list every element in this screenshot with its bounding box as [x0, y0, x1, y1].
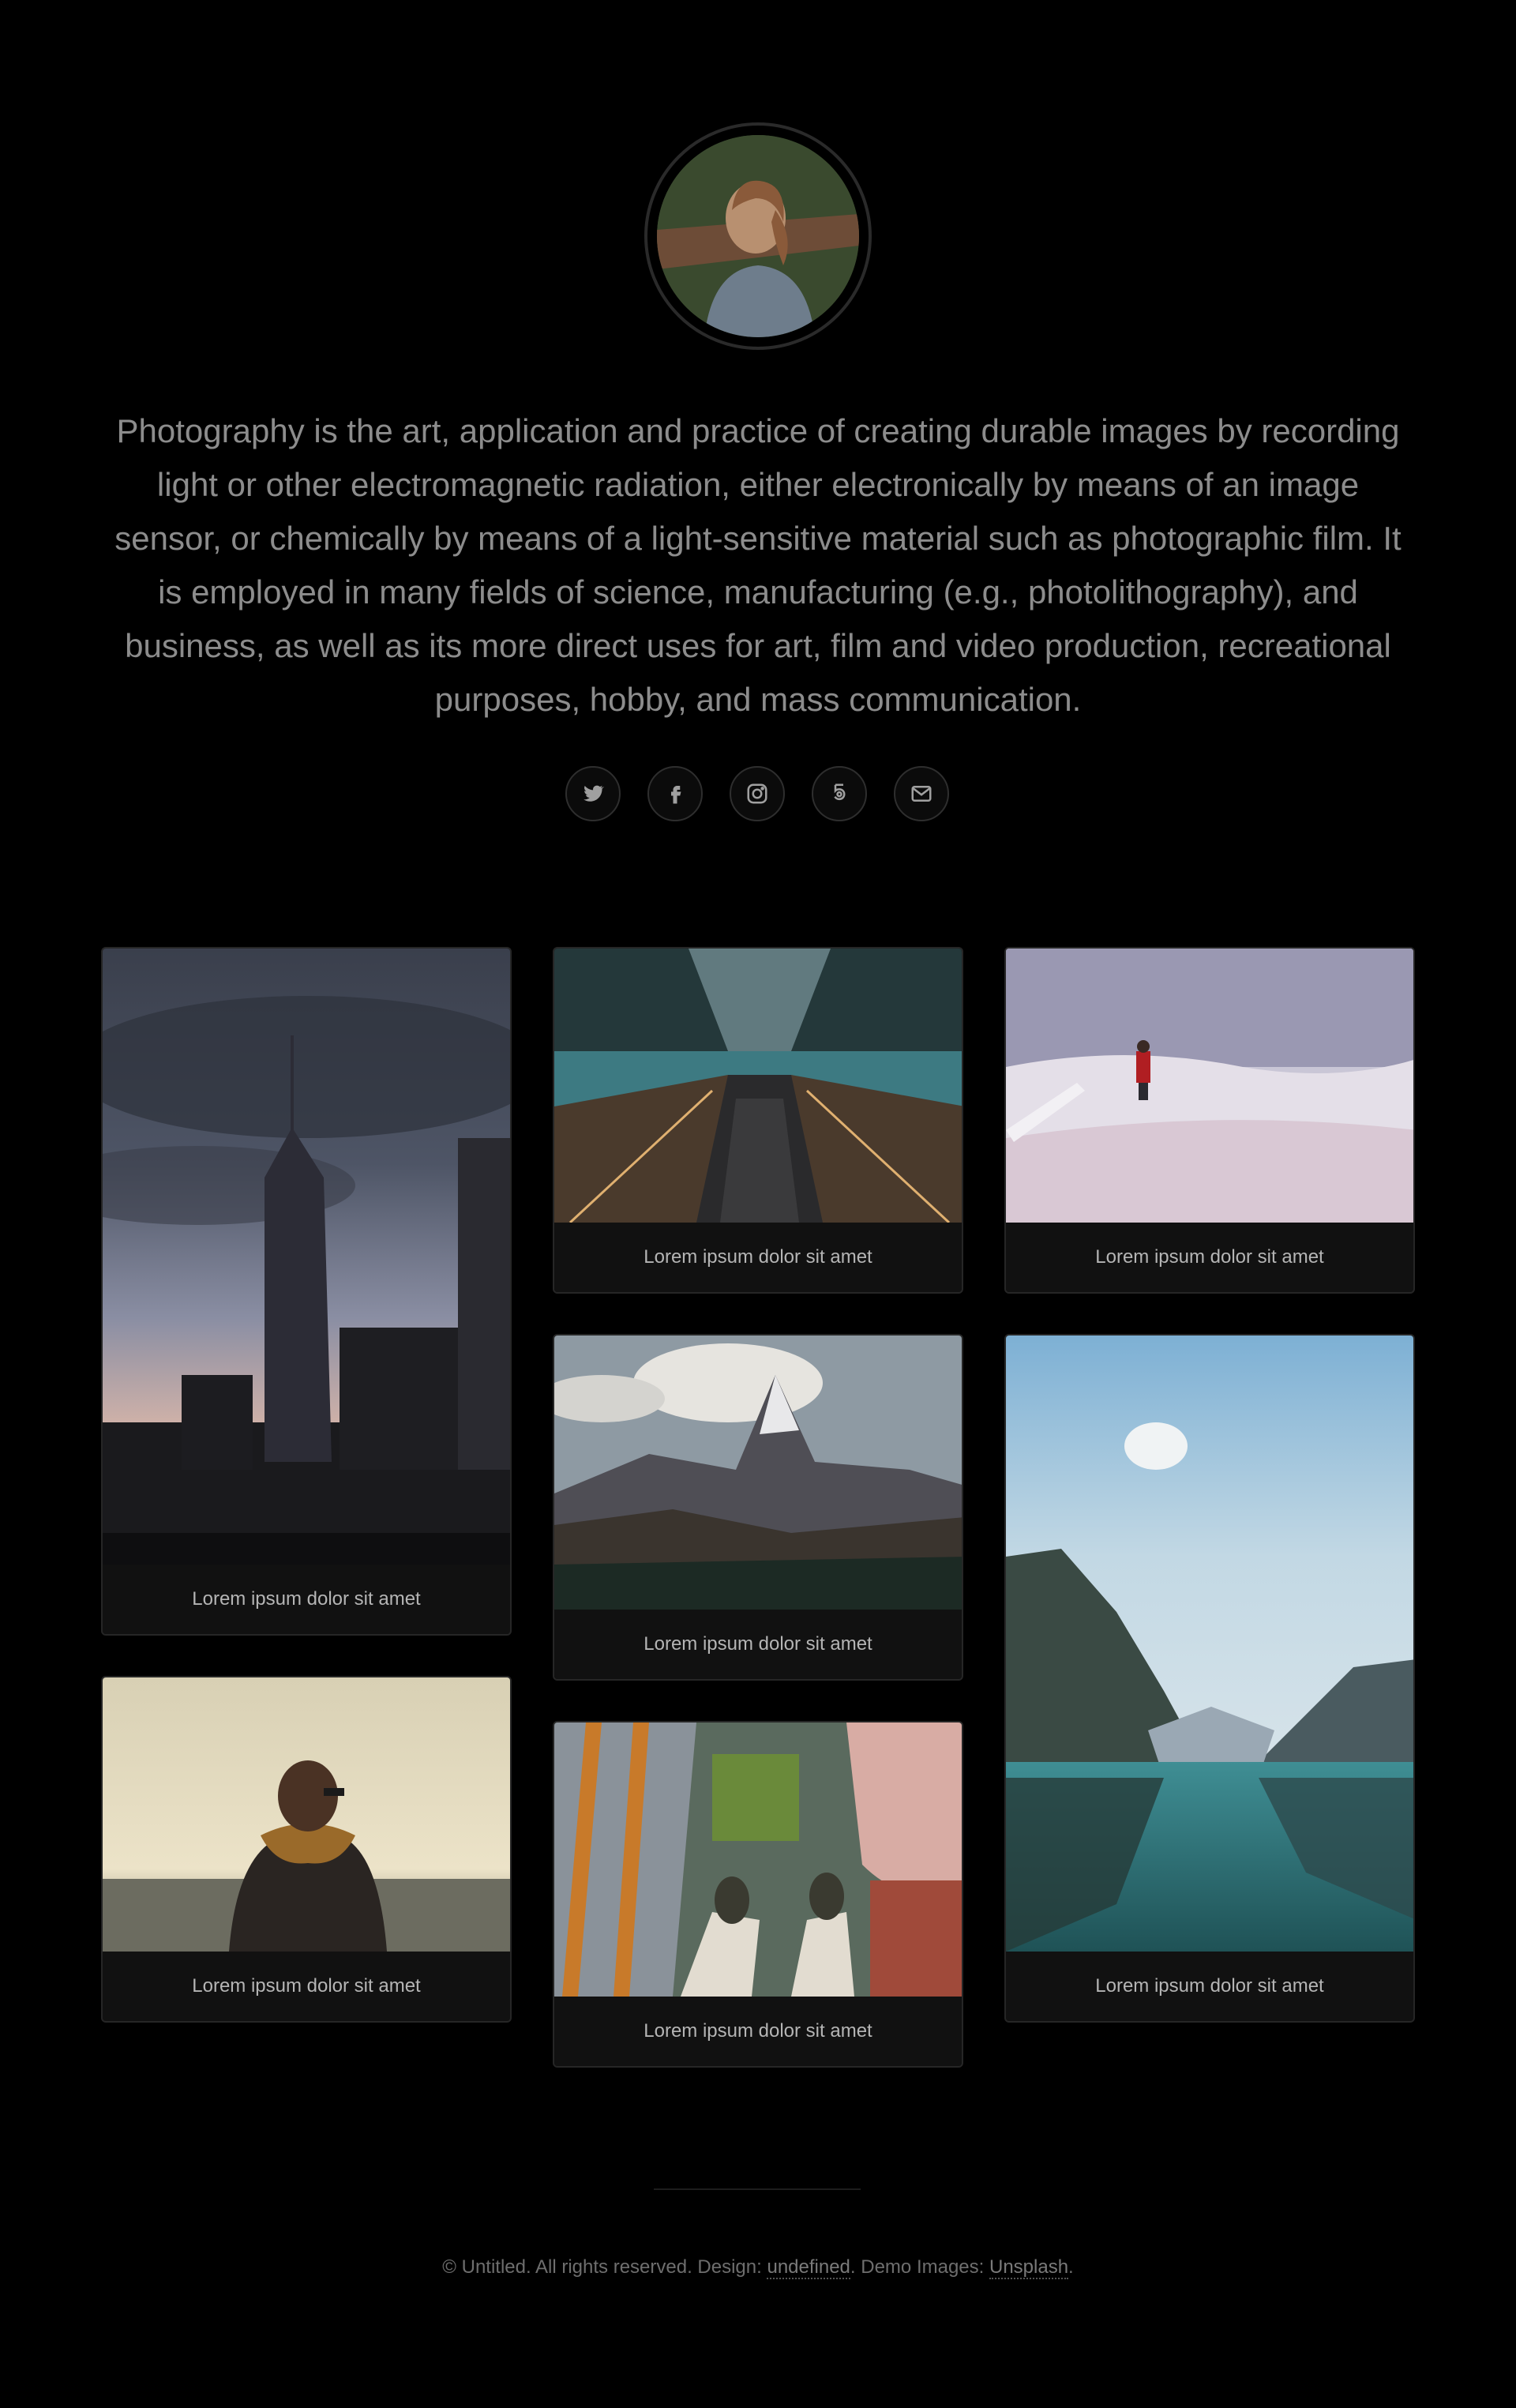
- gallery-caption: Lorem ipsum dolor sit amet: [554, 1610, 962, 1679]
- gallery-caption: Lorem ipsum dolor sit amet: [554, 1223, 962, 1292]
- footer: © Untitled. All rights reserved. Design:…: [442, 2256, 1074, 2279]
- footer-design-label: Design:: [697, 2256, 762, 2278]
- social-links: [0, 766, 1516, 825]
- footer-images-label: Demo Images:: [861, 2256, 985, 2278]
- gallery-item[interactable]: Lorem ipsum dolor sit amet: [1004, 947, 1415, 1294]
- 500px-link[interactable]: [812, 766, 867, 821]
- photo-snowy-field: [1006, 949, 1413, 1223]
- gallery-item[interactable]: Lorem ipsum dolor sit amet: [553, 1334, 963, 1681]
- gallery-item[interactable]: Lorem ipsum dolor sit amet: [101, 1676, 512, 2023]
- avatar-photo: [657, 135, 859, 337]
- photo-mountain-peak: [554, 1335, 962, 1610]
- avatar: [644, 122, 872, 350]
- facebook-icon: [671, 786, 681, 804]
- email-link[interactable]: [894, 766, 949, 821]
- footer-design-link[interactable]: undefined: [767, 2256, 850, 2279]
- photo-city-skyline: [103, 949, 510, 1565]
- photo-escalator: [554, 949, 962, 1223]
- instagram-link[interactable]: [730, 766, 785, 821]
- twitter-link[interactable]: [565, 766, 621, 821]
- footer-divider: [654, 2188, 861, 2190]
- facebook-link[interactable]: [647, 766, 703, 821]
- gallery-item[interactable]: Lorem ipsum dolor sit amet: [101, 947, 512, 1636]
- envelope-icon: [911, 786, 932, 802]
- photo-mountain-lake: [1006, 1335, 1413, 1952]
- gallery-item[interactable]: Lorem ipsum dolor sit amet: [1004, 1334, 1415, 2023]
- footer-images-link[interactable]: Unsplash: [989, 2256, 1069, 2279]
- gallery-item[interactable]: Lorem ipsum dolor sit amet: [553, 947, 963, 1294]
- instagram-icon: [747, 783, 767, 804]
- gallery-caption: Lorem ipsum dolor sit amet: [103, 1565, 510, 1634]
- footer-copyright: © Untitled. All rights reserved.: [442, 2256, 692, 2278]
- twitter-icon: [584, 785, 604, 802]
- photo-feet-over-city: [554, 1722, 962, 1997]
- photo-person-scarf: [103, 1677, 510, 1952]
- 500px-icon: [834, 783, 846, 801]
- gallery-caption: Lorem ipsum dolor sit amet: [554, 1997, 962, 2066]
- gallery-item[interactable]: Lorem ipsum dolor sit amet: [553, 1721, 963, 2068]
- gallery-caption: Lorem ipsum dolor sit amet: [103, 1952, 510, 2021]
- gallery-caption: Lorem ipsum dolor sit amet: [1006, 1952, 1413, 2021]
- intro-text: Photography is the art, application and …: [114, 412, 1402, 718]
- gallery-caption: Lorem ipsum dolor sit amet: [1006, 1223, 1413, 1292]
